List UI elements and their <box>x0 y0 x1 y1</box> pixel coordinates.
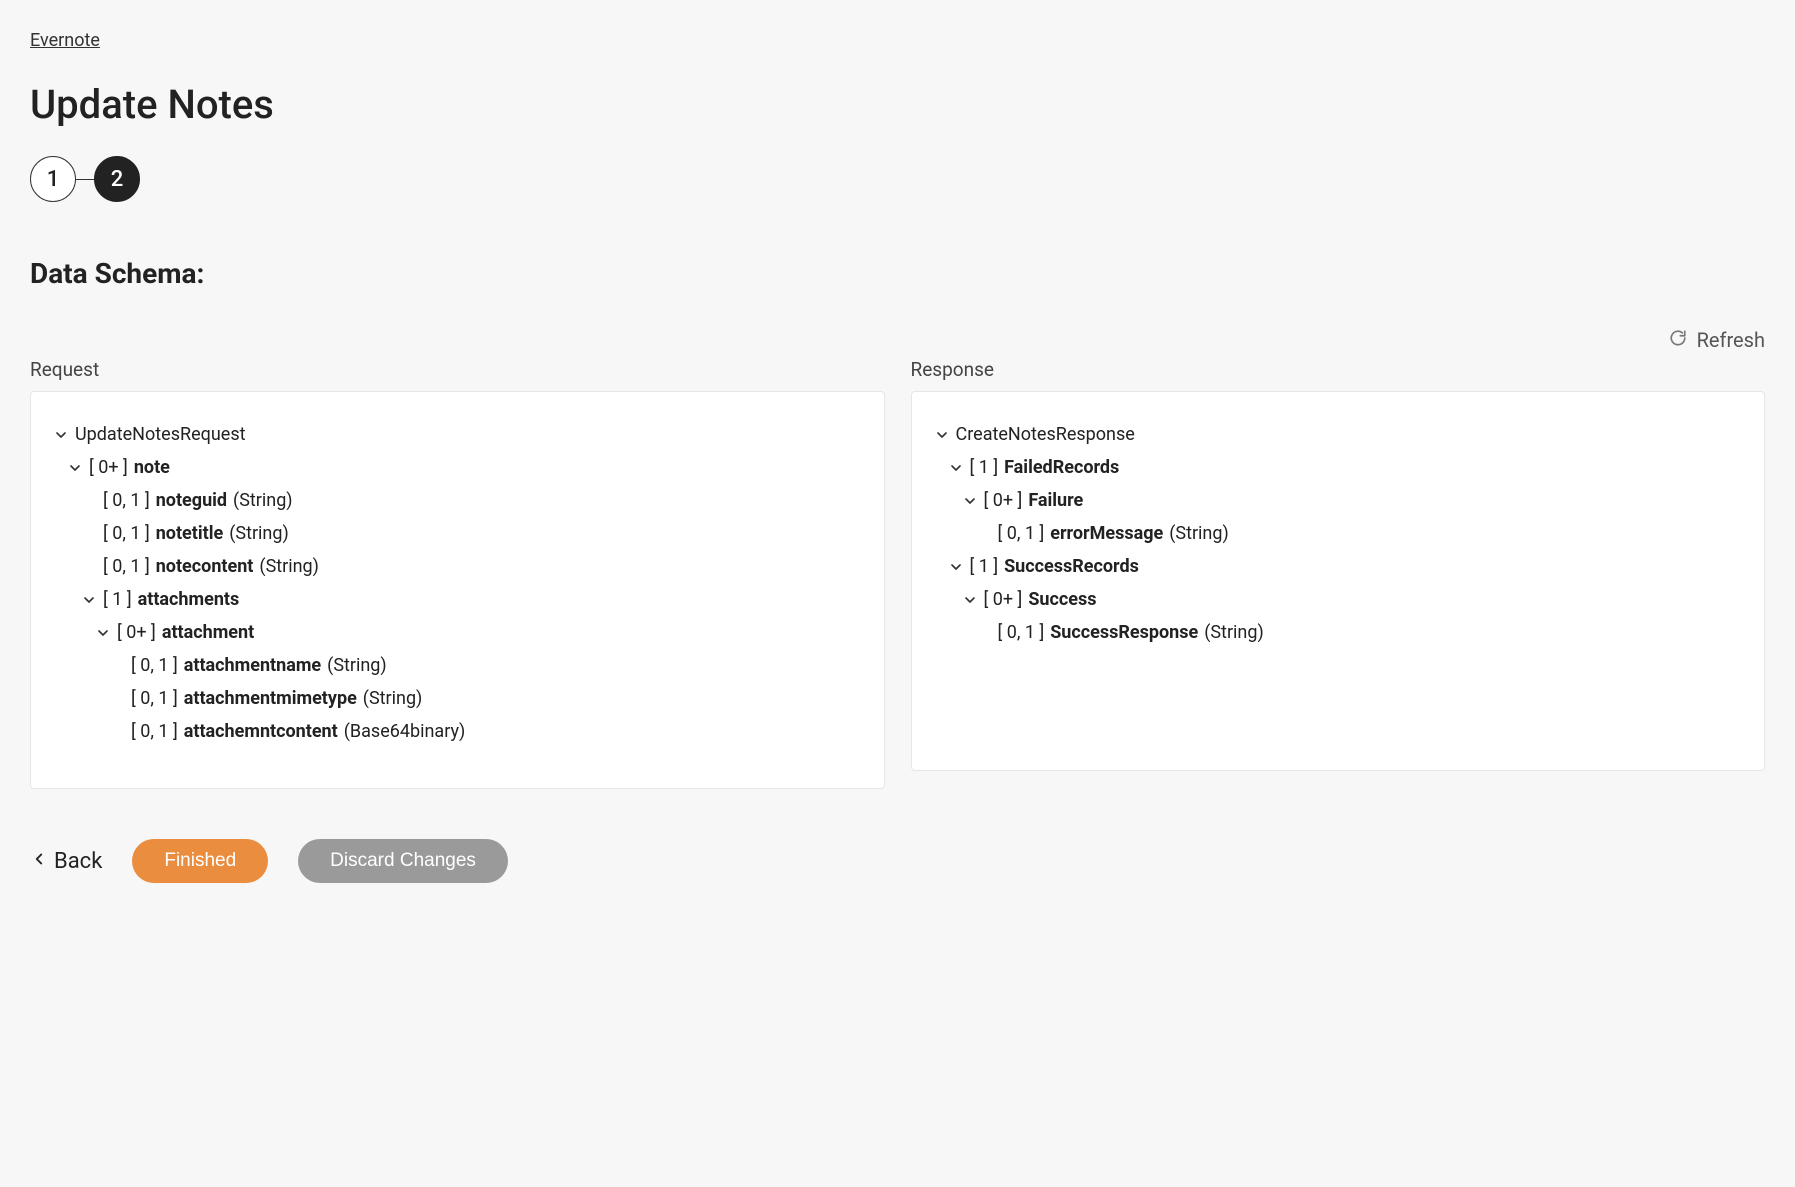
chevron-down-icon[interactable] <box>948 558 964 576</box>
cardinality-label: [ 1 ] <box>103 589 132 610</box>
cardinality-label: [ 0+ ] <box>984 490 1023 511</box>
section-header: Data Schema: <box>30 257 1765 290</box>
response-tree-row[interactable]: [ 0, 1 ] SuccessResponse (String) <box>934 616 1743 649</box>
cardinality-label: [ 0, 1 ] <box>131 688 178 709</box>
chevron-down-icon[interactable] <box>67 459 83 477</box>
field-type: (String) <box>233 490 293 511</box>
cardinality-label: [ 0, 1 ] <box>103 490 150 511</box>
request-tree-row[interactable]: [ 0, 1 ] attachmentmimetype (String) <box>53 682 862 715</box>
field-name: SuccessResponse <box>1050 622 1198 643</box>
field-type: (String) <box>229 523 289 544</box>
step-2[interactable]: 2 <box>94 156 140 202</box>
response-tree-row[interactable]: [ 0+ ] Failure <box>934 484 1743 517</box>
chevron-down-icon[interactable] <box>81 591 97 609</box>
field-name: note <box>134 457 170 478</box>
field-name: UpdateNotesRequest <box>75 424 246 445</box>
back-label: Back <box>54 849 102 874</box>
field-type: (String) <box>363 688 423 709</box>
chevron-down-icon[interactable] <box>962 492 978 510</box>
cardinality-label: [ 0, 1 ] <box>998 523 1045 544</box>
field-name: attachmentname <box>184 655 321 676</box>
field-type: (Base64binary) <box>344 721 466 742</box>
request-tree-row[interactable]: [ 1 ] attachments <box>53 583 862 616</box>
request-column-label: Request <box>30 358 885 381</box>
chevron-down-icon[interactable] <box>53 426 69 444</box>
field-type: (String) <box>1169 523 1229 544</box>
cardinality-label: [ 0, 1 ] <box>998 622 1045 643</box>
request-tree-row[interactable]: [ 0, 1 ] attachmentname (String) <box>53 649 862 682</box>
back-button[interactable]: Back <box>30 849 102 874</box>
cardinality-label: [ 0+ ] <box>984 589 1023 610</box>
step-1[interactable]: 1 <box>30 156 76 202</box>
field-name: attachment <box>162 622 254 643</box>
response-panel: CreateNotesResponse[ 1 ] FailedRecords[ … <box>911 391 1766 771</box>
field-name: FailedRecords <box>1004 457 1119 478</box>
chevron-down-icon[interactable] <box>95 624 111 642</box>
cardinality-label: [ 0, 1 ] <box>131 721 178 742</box>
cardinality-label: [ 0, 1 ] <box>131 655 178 676</box>
field-type: (String) <box>327 655 387 676</box>
field-type: (String) <box>1204 622 1264 643</box>
cardinality-label: [ 0+ ] <box>117 622 156 643</box>
field-name: SuccessRecords <box>1004 556 1139 577</box>
request-tree-row[interactable]: [ 0+ ] attachment <box>53 616 862 649</box>
chevron-down-icon[interactable] <box>962 591 978 609</box>
request-tree-row[interactable]: [ 0, 1 ] notetitle (String) <box>53 517 862 550</box>
field-name: Success <box>1028 589 1096 610</box>
step-connector <box>76 179 94 180</box>
cardinality-label: [ 0, 1 ] <box>103 523 150 544</box>
field-name: notecontent <box>156 556 254 577</box>
field-name: attachemntcontent <box>184 721 338 742</box>
response-tree-row[interactable]: [ 1 ] FailedRecords <box>934 451 1743 484</box>
field-name: CreateNotesResponse <box>956 424 1135 445</box>
breadcrumb-link[interactable]: Evernote <box>30 30 100 51</box>
stepper: 1 2 <box>30 156 1765 202</box>
cardinality-label: [ 0, 1 ] <box>103 556 150 577</box>
cardinality-label: [ 1 ] <box>970 556 999 577</box>
request-tree-row[interactable]: UpdateNotesRequest <box>53 418 862 451</box>
field-name: attachmentmimetype <box>184 688 357 709</box>
request-tree-row[interactable]: [ 0+ ] note <box>53 451 862 484</box>
request-tree-row[interactable]: [ 0, 1 ] notecontent (String) <box>53 550 862 583</box>
cardinality-label: [ 1 ] <box>970 457 999 478</box>
request-tree-row[interactable]: [ 0, 1 ] noteguid (String) <box>53 484 862 517</box>
cardinality-label: [ 0+ ] <box>89 457 128 478</box>
field-name: Failure <box>1028 490 1083 511</box>
chevron-down-icon[interactable] <box>948 459 964 477</box>
request-tree-row[interactable]: [ 0, 1 ] attachemntcontent (Base64binary… <box>53 715 862 748</box>
response-column-label: Response <box>911 358 1766 381</box>
discard-button[interactable]: Discard Changes <box>298 839 508 883</box>
response-tree-row[interactable]: [ 1 ] SuccessRecords <box>934 550 1743 583</box>
response-tree-row[interactable]: [ 0+ ] Success <box>934 583 1743 616</box>
field-name: errorMessage <box>1050 523 1163 544</box>
field-name: attachments <box>138 589 240 610</box>
chevron-left-icon <box>30 849 48 874</box>
response-tree-row[interactable]: [ 0, 1 ] errorMessage (String) <box>934 517 1743 550</box>
field-type: (String) <box>259 556 319 577</box>
field-name: notetitle <box>156 523 224 544</box>
chevron-down-icon[interactable] <box>934 426 950 444</box>
finished-button[interactable]: Finished <box>132 839 268 883</box>
request-panel: UpdateNotesRequest[ 0+ ] note[ 0, 1 ] no… <box>30 391 885 789</box>
refresh-button[interactable]: Refresh <box>1669 328 1765 352</box>
refresh-icon <box>1669 328 1687 352</box>
field-name: noteguid <box>156 490 227 511</box>
response-tree-row[interactable]: CreateNotesResponse <box>934 418 1743 451</box>
page-title: Update Notes <box>30 81 1765 128</box>
refresh-label: Refresh <box>1697 328 1765 352</box>
